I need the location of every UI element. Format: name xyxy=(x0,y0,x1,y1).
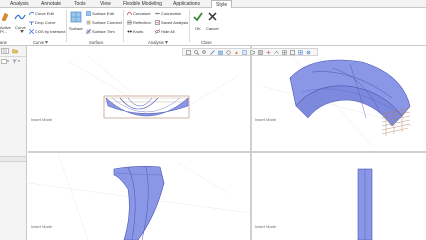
zoom-in-icon[interactable] xyxy=(194,50,199,55)
annotation-display-icon[interactable] xyxy=(266,50,271,55)
cos-by-intersect-button[interactable]: COS by Intersect xyxy=(35,29,65,34)
viewport-isometric[interactable]: Insert Mode xyxy=(252,46,426,151)
knots-button[interactable]: Knots xyxy=(133,29,143,34)
drop-curve-button[interactable]: Drop Curve xyxy=(35,20,55,25)
group-separator xyxy=(123,10,124,42)
refit-icon[interactable] xyxy=(186,50,191,55)
viewport-right[interactable]: Insert Mode xyxy=(252,153,426,240)
hide-all-icon xyxy=(155,29,160,34)
tab-view[interactable]: View xyxy=(100,0,111,8)
filter-icon[interactable] xyxy=(12,59,20,64)
group-label-analysis: Analysis xyxy=(148,40,164,45)
spin-center-icon[interactable] xyxy=(226,50,231,55)
display-style-icon[interactable] xyxy=(234,50,239,55)
tab-applications[interactable]: Applications xyxy=(173,0,200,8)
ok-check-icon[interactable] xyxy=(193,12,203,22)
zoom-out-icon[interactable] xyxy=(202,50,207,55)
surface-connect-button[interactable]: Surface Connect xyxy=(92,20,122,25)
orient-mode-icon[interactable] xyxy=(258,50,263,55)
grid-toggle-icon[interactable] xyxy=(282,50,287,55)
connection-icon xyxy=(155,12,160,15)
ribbon-tab-bar: Analysis Annotate Tools View Flexible Mo… xyxy=(0,0,426,9)
curvature-icon xyxy=(127,12,132,16)
surface-edit-button[interactable]: Surface Edit xyxy=(92,11,114,16)
tab-analysis[interactable]: Analysis xyxy=(10,0,29,8)
layout-four-icon[interactable] xyxy=(298,50,303,55)
viewport-mode-label: Insert Mode xyxy=(255,117,277,122)
curve-icon[interactable] xyxy=(14,13,26,21)
surface-icon[interactable] xyxy=(70,11,82,23)
surface-trim-icon xyxy=(86,29,91,34)
group-separator xyxy=(189,10,190,42)
surface-connect-icon xyxy=(86,20,91,25)
knots-icon xyxy=(127,30,132,33)
viewport-top[interactable]: Insert Mode xyxy=(28,46,250,151)
isometric-surface xyxy=(261,55,413,147)
curve-edit-icon xyxy=(29,11,34,16)
panel-splitter[interactable] xyxy=(0,156,26,162)
drop-curve-icon xyxy=(29,21,34,25)
surface-edit-icon xyxy=(86,11,91,16)
group-separator xyxy=(66,10,67,42)
ribbon: Active Pl... Curve Curve Edit Drop Curve… xyxy=(0,8,426,46)
saved-analysis-button[interactable]: Saved Analysis xyxy=(161,20,188,25)
active-plane-label-2[interactable]: Pl... xyxy=(0,29,7,34)
cancel-x-icon[interactable] xyxy=(208,12,217,21)
viewport-mode-label: Insert Mode xyxy=(31,224,53,229)
model-tree-icon[interactable] xyxy=(1,48,9,54)
layout-single-icon[interactable] xyxy=(290,50,295,55)
settings-icon[interactable] xyxy=(1,59,9,64)
tab-flexible-modeling[interactable]: Flexible Modeling xyxy=(123,0,162,8)
view-manager-icon[interactable] xyxy=(242,50,247,55)
group-label-curve: Curve xyxy=(33,40,45,45)
cos-intersect-icon xyxy=(29,29,34,34)
datum-display-icon[interactable] xyxy=(274,50,279,55)
reflection-icon xyxy=(127,20,132,25)
group-label-plane: ane xyxy=(0,40,7,45)
hide-all-button[interactable]: Hide All xyxy=(161,29,175,34)
saved-analysis-icon xyxy=(155,20,160,25)
surface-trim-button[interactable]: Surface Trim xyxy=(92,29,115,34)
viewport-mode-label: Insert Mode xyxy=(31,117,53,122)
saved-orientations-icon[interactable] xyxy=(218,50,223,55)
connection-button[interactable]: Connection xyxy=(161,11,181,16)
perspective-icon[interactable] xyxy=(250,50,255,55)
folder-icon[interactable] xyxy=(12,48,18,54)
viewport-mode-label: Insert Mode xyxy=(255,224,277,229)
group-label-close: Close xyxy=(201,40,212,45)
front-view-surface xyxy=(28,153,250,240)
cancel-button[interactable]: Cancel xyxy=(206,26,218,31)
viewport-front[interactable]: Insert Mode xyxy=(28,153,250,240)
chevron-down-icon[interactable] xyxy=(20,30,24,33)
curve-edit-button[interactable]: Curve Edit xyxy=(35,11,54,16)
group-label-surface: Surface xyxy=(89,40,104,45)
group-expand-icon[interactable] xyxy=(45,41,48,44)
graphics-toolbar xyxy=(182,48,318,56)
surface-button-label[interactable]: Surface xyxy=(69,26,83,31)
panel-divider xyxy=(0,56,26,57)
reflection-button[interactable]: Reflection xyxy=(133,20,151,25)
curvature-button[interactable]: Curvature xyxy=(133,11,151,16)
plane-icon[interactable] xyxy=(1,12,9,22)
tab-tools[interactable]: Tools xyxy=(74,0,86,8)
model-tree-panel xyxy=(0,46,27,240)
tab-annotate[interactable]: Annotate xyxy=(41,0,61,8)
repaint-icon[interactable] xyxy=(210,50,215,55)
top-view-surface xyxy=(67,55,239,119)
group-expand-icon[interactable] xyxy=(165,41,168,44)
side-view-surface xyxy=(357,168,373,240)
display-settings-icon[interactable] xyxy=(306,50,311,55)
ok-button[interactable]: OK xyxy=(195,26,201,31)
